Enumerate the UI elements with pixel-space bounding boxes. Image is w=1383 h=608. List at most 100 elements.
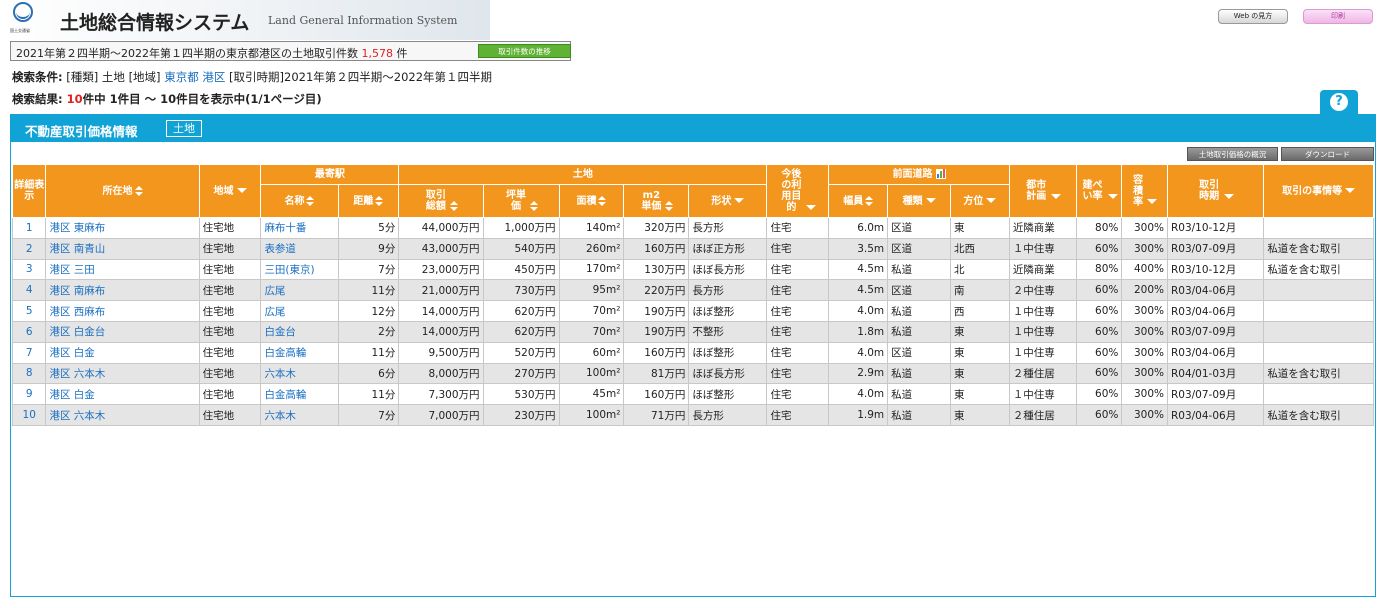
district-cell: 住宅地: [198, 300, 262, 322]
station-link[interactable]: 広尾: [260, 300, 339, 322]
col-notes[interactable]: 取引の事情等: [1263, 164, 1374, 218]
location-link[interactable]: 港区 白金: [45, 341, 200, 364]
shape-cell: ほぼ長方形: [688, 258, 768, 281]
location-link[interactable]: 港区 白金台: [45, 320, 200, 343]
road-direction-cell: 東: [950, 362, 1010, 385]
dropdown-icon[interactable]: [734, 198, 745, 203]
col-city-plan[interactable]: 都市計画: [1008, 164, 1077, 218]
station-link[interactable]: 六本木: [260, 362, 339, 385]
far-cell: 200%: [1121, 279, 1168, 302]
sort-icon[interactable]: [134, 185, 143, 196]
col-location[interactable]: 所在地: [45, 164, 200, 218]
col-road-dir[interactable]: 方位: [950, 184, 1010, 218]
count-unit: 件: [396, 47, 408, 60]
sort-icon[interactable]: [865, 195, 874, 206]
road-type-cell: 私道: [887, 258, 951, 281]
dropdown-icon[interactable]: [925, 198, 936, 203]
period-cell: R03/04-06月: [1166, 300, 1265, 322]
dropdown-icon[interactable]: [1147, 199, 1158, 204]
location-link[interactable]: 港区 白金: [45, 383, 200, 406]
row-number-link[interactable]: 7: [11, 341, 47, 364]
dropdown-icon[interactable]: [806, 204, 817, 210]
col-distance[interactable]: 距離: [337, 184, 400, 218]
district-cell: 住宅地: [198, 341, 262, 364]
future-use-cell: 住宅: [766, 320, 830, 343]
dropdown-icon[interactable]: [1224, 193, 1235, 199]
location-link[interactable]: 港区 三田: [45, 258, 200, 281]
row-number-link[interactable]: 3: [11, 258, 47, 281]
help-icon[interactable]: ?: [1330, 93, 1348, 111]
col-shape[interactable]: 形状: [688, 184, 768, 218]
road-type-cell: 私道: [887, 404, 951, 426]
web-guide-button[interactable]: Web の見方: [1218, 9, 1288, 24]
location-link[interactable]: 港区 南青山: [45, 237, 200, 260]
location-link[interactable]: 港区 六本木: [45, 362, 200, 385]
row-number-link[interactable]: 8: [11, 362, 47, 385]
sort-icon[interactable]: [375, 195, 384, 206]
location-link[interactable]: 港区 六本木: [45, 404, 200, 426]
row-number-link[interactable]: 5: [11, 300, 47, 322]
col-future-use[interactable]: 今後の利用目的: [766, 164, 830, 218]
col-tsubo-price[interactable]: 坪単価: [482, 184, 560, 218]
download-button[interactable]: ダウンロード: [1281, 147, 1374, 161]
district-cell: 住宅地: [198, 237, 262, 260]
ward-link[interactable]: 港区: [202, 70, 225, 84]
sort-icon[interactable]: [530, 201, 539, 211]
station-link[interactable]: 白金台: [260, 320, 339, 343]
bar-chart-icon[interactable]: [935, 169, 946, 179]
row-number-link[interactable]: 10: [11, 404, 47, 426]
m2-price-cell: 71万円: [623, 404, 690, 426]
dropdown-icon[interactable]: [1345, 188, 1356, 193]
count-trend-button[interactable]: 取引件数の推移: [478, 44, 571, 58]
col-road-type[interactable]: 種類: [887, 184, 951, 218]
print-button[interactable]: 印刷: [1303, 9, 1373, 24]
total-price-cell: 14,000万円: [398, 320, 484, 343]
row-number-link[interactable]: 2: [11, 237, 47, 260]
col-m2-price[interactable]: m2単価: [623, 184, 690, 218]
col-coverage[interactable]: 建ぺい率: [1075, 164, 1123, 218]
row-number-link[interactable]: 1: [11, 217, 47, 239]
row-number-link[interactable]: 9: [11, 383, 47, 406]
area-cell: 140m²: [558, 217, 625, 239]
dropdown-icon[interactable]: [236, 188, 247, 193]
col-road-width[interactable]: 幅員: [828, 184, 889, 218]
tsubo-price-cell: 620万円: [482, 300, 560, 322]
road-width-cell: 4.0m: [828, 383, 889, 406]
dropdown-icon[interactable]: [1051, 193, 1062, 199]
conditions-label: 検索条件:: [12, 70, 63, 84]
col-far[interactable]: 容積率: [1121, 164, 1168, 218]
station-link[interactable]: 三田(東京): [260, 258, 339, 281]
overview-button[interactable]: 土地取引価格の概況: [1187, 147, 1278, 161]
sort-icon[interactable]: [598, 195, 607, 206]
col-district[interactable]: 地域: [198, 164, 262, 218]
row-number-link[interactable]: 4: [11, 279, 47, 302]
dropdown-icon[interactable]: [986, 198, 997, 203]
station-link[interactable]: 麻布十番: [260, 217, 339, 239]
dropdown-icon[interactable]: [1107, 193, 1118, 199]
help-tab[interactable]: ?: [1320, 90, 1358, 114]
pref-link[interactable]: 東京都: [164, 70, 199, 84]
road-group-label: 前面道路: [892, 169, 933, 180]
station-link[interactable]: 白金高輪: [260, 383, 339, 406]
row-number-link[interactable]: 6: [11, 320, 47, 343]
sort-icon[interactable]: [449, 201, 458, 211]
station-link[interactable]: 表参道: [260, 237, 339, 260]
coverage-cell: 60%: [1075, 237, 1123, 260]
sort-icon[interactable]: [665, 201, 674, 211]
far-cell: 400%: [1121, 258, 1168, 281]
station-link[interactable]: 六本木: [260, 404, 339, 426]
col-total-price[interactable]: 取引総額: [398, 184, 484, 218]
col-period[interactable]: 取引時期: [1166, 164, 1265, 218]
period-cell: R03/04-06月: [1166, 279, 1265, 302]
location-link[interactable]: 港区 西麻布: [45, 300, 200, 322]
station-link[interactable]: 白金高輪: [260, 341, 339, 364]
station-link[interactable]: 広尾: [260, 279, 339, 302]
col-area[interactable]: 面積: [558, 184, 625, 218]
sort-icon[interactable]: [306, 195, 315, 206]
location-link[interactable]: 港区 南麻布: [45, 279, 200, 302]
count-number: 1,578: [361, 47, 394, 60]
location-link[interactable]: 港区 東麻布: [45, 217, 200, 239]
shape-cell: ほぼ整形: [688, 341, 768, 364]
col-station-name[interactable]: 名称: [260, 184, 339, 218]
shape-cell: ほぼ整形: [688, 300, 768, 322]
